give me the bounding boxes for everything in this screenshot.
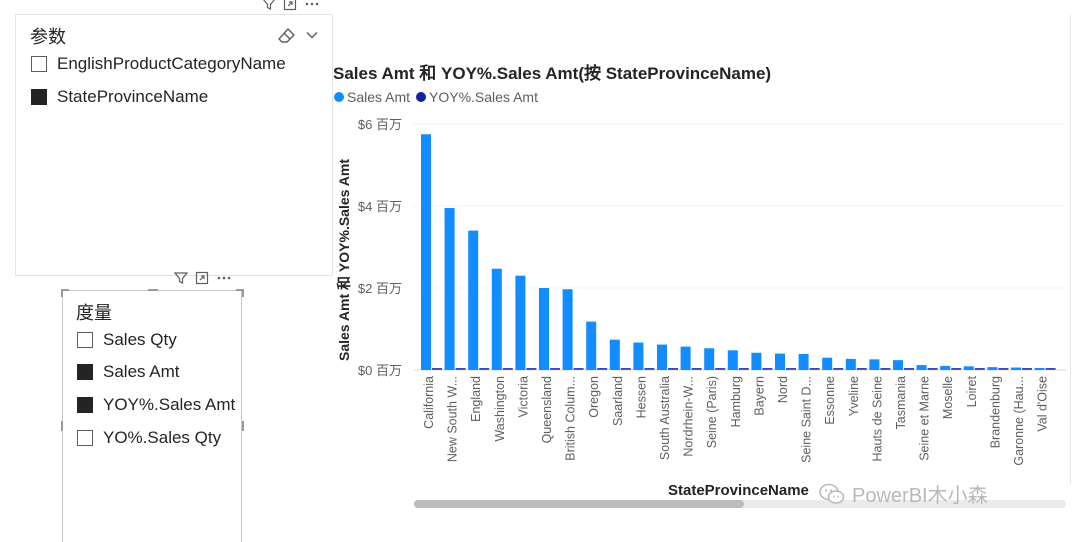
x-tick-label: Washington: [493, 376, 507, 442]
bar-sales-amt[interactable]: [468, 230, 479, 370]
bar-sales-amt[interactable]: [444, 208, 455, 370]
bar-sales-amt[interactable]: [491, 268, 502, 370]
bar-sales-amt[interactable]: [987, 367, 998, 370]
bar-sales-amt[interactable]: [727, 350, 738, 370]
bar-sales-amt[interactable]: [657, 344, 667, 370]
bar-sales-amt[interactable]: [916, 365, 927, 370]
x-axis-title: StateProvinceName: [668, 482, 809, 499]
bar-sales-amt[interactable]: [539, 288, 549, 370]
x-tick-label: England: [469, 376, 483, 422]
x-tick-label: Hessen: [634, 376, 648, 418]
y-tick-label: $2 百万: [358, 281, 402, 296]
bar-sales-amt[interactable]: [1011, 367, 1021, 370]
x-tick-label: Victoria: [516, 376, 530, 418]
bar-yoy-sales-amt[interactable]: [1045, 368, 1056, 370]
bar-sales-amt[interactable]: [609, 339, 620, 370]
bar-yoy-sales-amt[interactable]: [668, 368, 678, 370]
x-tick-label: Moselle: [941, 376, 955, 419]
bar-sales-amt[interactable]: [775, 353, 785, 370]
bar-yoy-sales-amt[interactable]: [856, 368, 867, 370]
watermark-text: PowerBI木小森: [852, 485, 988, 507]
x-tick-label: Garonne (Hau...: [1012, 376, 1026, 466]
x-tick-label: Seine Saint D...: [800, 376, 814, 463]
bar-yoy-sales-amt[interactable]: [927, 368, 938, 370]
bar-yoy-sales-amt[interactable]: [550, 368, 560, 370]
x-tick-label: Hauts de Seine: [870, 376, 884, 462]
bar-yoy-sales-amt[interactable]: [833, 368, 844, 370]
x-tick-label: Val d'Oise: [1036, 376, 1050, 432]
bar-yoy-sales-amt[interactable]: [620, 368, 631, 370]
bar-sales-amt[interactable]: [421, 134, 431, 370]
y-tick-label: $6 百万: [358, 117, 402, 132]
bar-yoy-sales-amt[interactable]: [951, 368, 962, 370]
bar-sales-amt[interactable]: [751, 352, 762, 370]
bar-sales-amt[interactable]: [704, 348, 715, 370]
bar-yoy-sales-amt[interactable]: [738, 368, 749, 370]
bar-sales-amt[interactable]: [515, 275, 526, 370]
y-tick-label: $0 百万: [358, 363, 402, 378]
bar-sales-amt[interactable]: [562, 289, 573, 370]
x-tick-label: South Australia: [658, 376, 672, 460]
x-tick-label: Seine et Marne: [918, 376, 932, 461]
bar-yoy-sales-amt[interactable]: [691, 368, 702, 370]
bar-yoy-sales-amt[interactable]: [479, 368, 490, 370]
bar-yoy-sales-amt[interactable]: [715, 368, 726, 370]
bar-yoy-sales-amt[interactable]: [644, 368, 655, 370]
bar-yoy-sales-amt[interactable]: [597, 368, 608, 370]
x-tick-label: Yveline: [847, 376, 861, 416]
x-tick-label: Hamburg: [729, 376, 743, 427]
x-tick-label: Queensland: [540, 376, 554, 443]
x-tick-label: Essonne: [823, 376, 837, 425]
bar-yoy-sales-amt[interactable]: [786, 368, 796, 370]
bar-sales-amt[interactable]: [798, 354, 809, 370]
bar-sales-amt[interactable]: [869, 359, 880, 370]
bar-yoy-sales-amt[interactable]: [762, 368, 773, 370]
bar-sales-amt[interactable]: [845, 358, 856, 370]
bar-yoy-sales-amt[interactable]: [526, 368, 537, 370]
x-tick-label: Nord: [776, 376, 790, 403]
bar-yoy-sales-amt[interactable]: [502, 368, 513, 370]
x-tick-label: New South W...: [446, 376, 460, 462]
x-tick-label: Brandenburg: [988, 376, 1002, 448]
bar-yoy-sales-amt[interactable]: [904, 368, 914, 370]
bar-sales-amt[interactable]: [822, 357, 833, 370]
bar-yoy-sales-amt[interactable]: [573, 368, 584, 370]
bar-yoy-sales-amt[interactable]: [432, 368, 442, 370]
x-tick-label: Tasmania: [894, 376, 908, 430]
bar-sales-amt[interactable]: [1034, 367, 1045, 370]
x-tick-label: Loiret: [965, 375, 979, 407]
bar-yoy-sales-amt[interactable]: [880, 368, 891, 370]
bar-yoy-sales-amt[interactable]: [1022, 368, 1032, 370]
chart-scrollbar-thumb[interactable]: [414, 500, 744, 508]
bar-sales-amt[interactable]: [940, 365, 951, 370]
wechat-icon: [819, 483, 845, 504]
bar-sales-amt[interactable]: [963, 366, 974, 370]
bar-sales-amt[interactable]: [680, 346, 691, 370]
x-tick-label: California: [422, 376, 436, 429]
x-tick-label: Nordrhein-W...: [682, 376, 696, 457]
x-tick-label: Saarland: [611, 376, 625, 426]
bar-yoy-sales-amt[interactable]: [809, 368, 820, 370]
y-tick-label: $4 百万: [358, 199, 402, 214]
bar-sales-amt[interactable]: [893, 360, 903, 370]
bar-yoy-sales-amt[interactable]: [998, 368, 1009, 370]
bar-yoy-sales-amt[interactable]: [974, 368, 985, 370]
bar-sales-amt[interactable]: [586, 321, 597, 370]
bar-yoy-sales-amt[interactable]: [455, 368, 466, 370]
x-tick-label: British Colum...: [564, 376, 578, 461]
bar-sales-amt[interactable]: [633, 342, 644, 370]
x-tick-label: Bayern: [752, 376, 766, 416]
x-tick-label: Seine (Paris): [705, 376, 719, 448]
bar-chart[interactable]: $0 百万 $2 百万 $4 百万 $6 百万 California New South …: [0, 0, 1080, 542]
x-tick-label: Oregon: [587, 376, 601, 418]
watermark: PowerBI木小森: [818, 479, 988, 508]
